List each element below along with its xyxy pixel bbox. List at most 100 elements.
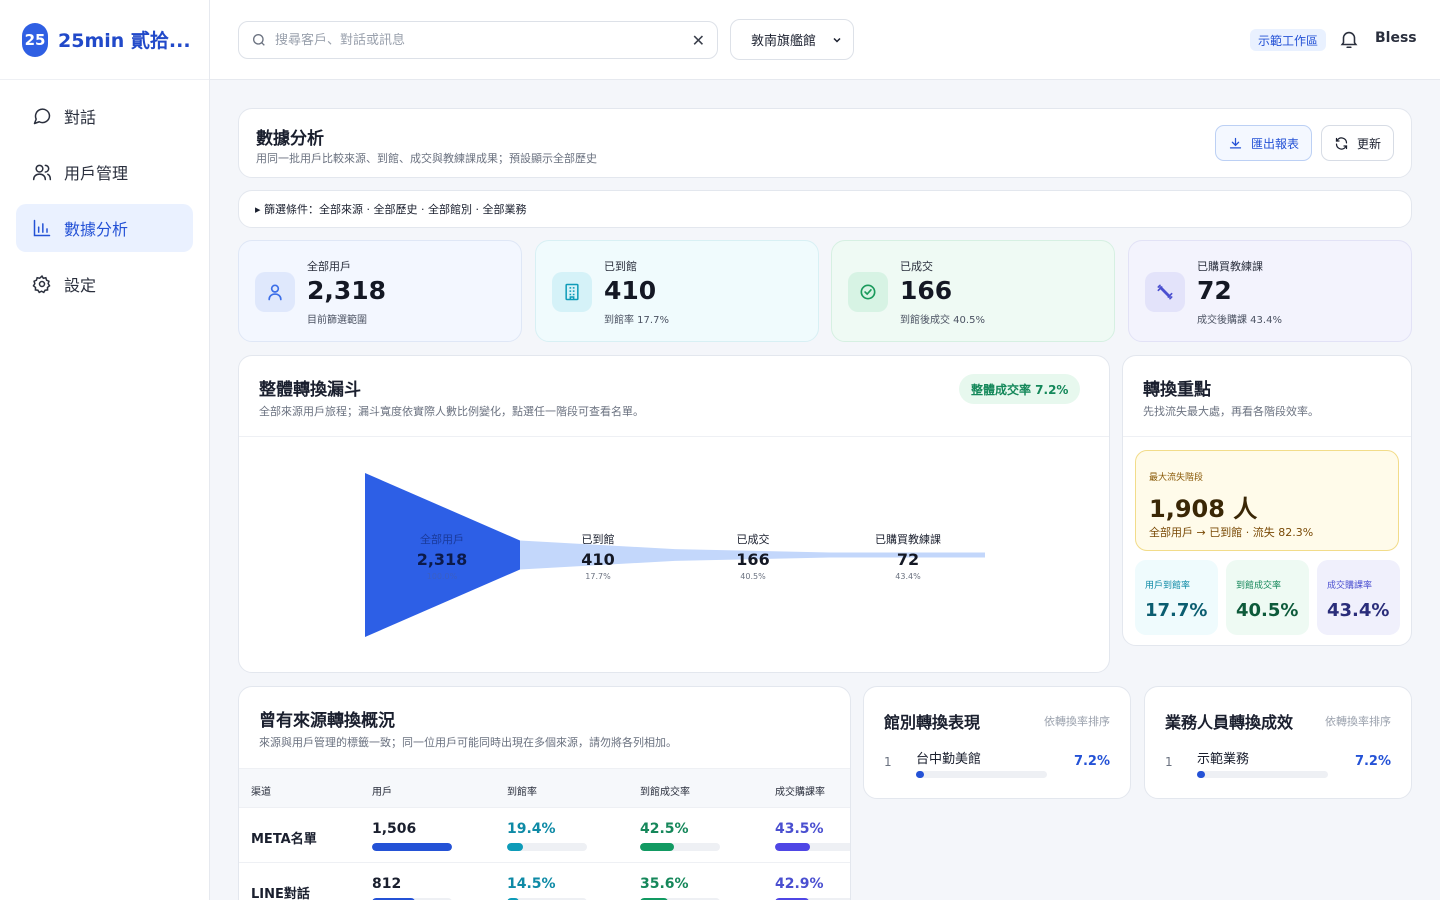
page-header: 數據分析 用同一批用戶比較來源、到館、成交與教練課成果；預設顯示全部歷史 匯出報… — [238, 108, 1412, 178]
staff-sort-label: 依轉換率排序 — [1325, 715, 1391, 728]
conversion-focus-card: 轉換重點 先找流失最大處，再看各階段效率。 最大流失階段 1,908 人 全部用… — [1122, 355, 1412, 646]
page-title: 數據分析 — [256, 129, 324, 149]
sidebar-item-label: 對話 — [64, 108, 97, 127]
kpi-label: 已購買教練課 — [1197, 260, 1263, 273]
kpi-icon-wrap — [1145, 272, 1185, 312]
max-loss-label: 最大流失階段 — [1149, 473, 1204, 483]
rank-bar-fill — [1197, 771, 1205, 778]
sidebar-item-label: 用戶管理 — [64, 164, 129, 183]
sidebar-item-label: 設定 — [64, 276, 97, 295]
chevron-down-icon — [833, 37, 841, 43]
visit-rate-value: 14.5% — [507, 876, 556, 892]
funnel-stage-count: 410 — [581, 550, 614, 569]
kpi-value: 2,318 — [307, 276, 387, 305]
rate-label: 成交購課率 — [1327, 581, 1373, 591]
rank-bar-fill — [916, 771, 924, 778]
user-name[interactable]: Bless — [1375, 30, 1417, 46]
visit-rate-bar-fill — [507, 843, 523, 851]
kpi-label: 全部用戶 — [307, 260, 351, 273]
col-course-rate: 成交購課率 — [775, 787, 825, 798]
visit-rate-bar — [507, 843, 587, 851]
export-report-label: 匯出報表 — [1251, 136, 1300, 151]
kpi-note: 到館率 17.7% — [604, 315, 669, 326]
table-header: 渠道 用戶 到館率 到館成交率 成交購課率 — [239, 768, 850, 808]
funnel-stage-rate: 43.4% — [895, 572, 921, 581]
export-report-button[interactable]: 匯出報表 — [1215, 125, 1313, 161]
visit-rate-value: 19.4% — [507, 821, 556, 837]
max-loss-value: 1,908 人 — [1149, 495, 1258, 523]
refresh-label: 更新 — [1357, 136, 1382, 151]
max-loss-box: 最大流失階段 1,908 人 全部用戶 → 已到館 · 流失 82.3% — [1135, 450, 1399, 551]
rank-bar — [1197, 771, 1328, 778]
funnel-stage-count: 72 — [897, 550, 919, 569]
page-subtitle: 用同一批用戶比較來源、到館、成交與教練課成果；預設顯示全部歷史 — [256, 152, 597, 165]
kpi-note: 目前篩選範圍 — [307, 315, 367, 326]
focus-title: 轉換重點 — [1143, 380, 1211, 400]
sidebar-item-chat[interactable]: 對話 — [16, 92, 193, 140]
kpi-label: 已成交 — [900, 260, 933, 273]
filter-summary: ▸ 篩選條件：全部來源 · 全部歷史 · 全部館別 · 全部業務 — [255, 203, 527, 216]
kpi-card-all-users[interactable]: 全部用戶 2,318 目前篩選範圍 — [238, 240, 522, 342]
search-input[interactable] — [275, 32, 692, 48]
deal-rate-bar — [640, 843, 720, 851]
kpi-icon-wrap — [848, 272, 888, 312]
chart-icon — [33, 219, 51, 237]
funnel-stage-name: 已成交 — [737, 532, 770, 546]
gear-icon — [32, 274, 51, 294]
sidebar-item-users[interactable]: 用戶管理 — [16, 148, 193, 196]
rate-value: 43.4% — [1327, 600, 1390, 621]
col-users: 用戶 — [372, 787, 392, 798]
rank-bar — [916, 771, 1047, 778]
search-box[interactable]: ✕ — [238, 21, 718, 59]
source-name: META名單 — [251, 832, 317, 847]
funnel-stage-name: 已購買教練課 — [875, 532, 941, 546]
store-select-value: 敦南旗艦館 — [751, 34, 817, 49]
kpi-label: 已到館 — [604, 260, 637, 273]
table-row[interactable]: LINE對話 812 14.5% 35.6% 42.9% — [239, 863, 850, 900]
refresh-icon — [1335, 136, 1348, 150]
funnel-chart: 全部用戶 2,318 100.0% 已到館 410 17.7% 已成交 166 40.5% 已購買… — [365, 473, 985, 637]
deal-rate-value: 35.6% — [640, 876, 689, 892]
users-value: 1,506 — [372, 821, 417, 837]
refresh-button[interactable]: 更新 — [1321, 125, 1395, 161]
kpi-card-visited[interactable]: 已到館 410 到館率 17.7% — [535, 240, 819, 342]
visit-rate-box: 用戶到館率 17.7% — [1135, 560, 1218, 635]
staff-ranking-title: 業務人員轉換成效 — [1165, 713, 1294, 732]
sidebar-item-settings[interactable]: 設定 — [16, 260, 193, 308]
clear-search-icon[interactable]: ✕ — [692, 31, 705, 50]
rate-label: 到館成交率 — [1236, 581, 1282, 591]
kpi-card-deals[interactable]: 已成交 166 到館後成交 40.5% — [831, 240, 1115, 342]
store-select[interactable]: 敦南旗艦館 — [730, 19, 854, 60]
funnel-stage-rate: 40.5% — [740, 572, 766, 581]
table-row[interactable]: META名單 1,506 19.4% 42.5% 43.5% — [239, 808, 850, 863]
sidebar-item-label: 數據分析 — [64, 220, 129, 239]
topbar: ✕ 敦南旗艦館 示範工作區 Bless — [210, 0, 1440, 80]
col-visit-rate: 到館率 — [507, 787, 537, 798]
kpi-card-courses[interactable]: 已購買教練課 72 成交後購課 43.4% — [1128, 240, 1412, 342]
course-rate-bar — [775, 843, 850, 851]
search-icon — [252, 34, 265, 46]
staff-name: 示範業務 — [1197, 752, 1250, 767]
divider — [1123, 436, 1411, 437]
funnel-stage-count: 2,318 — [417, 550, 468, 569]
bell-icon[interactable] — [1338, 28, 1360, 50]
branch-ranking-title: 館別轉換表現 — [884, 713, 981, 732]
brand[interactable]: 25 25min 貳拾... — [0, 0, 209, 80]
branch-rate: 7.2% — [1073, 754, 1110, 769]
max-loss-desc: 全部用戶 → 已到館 · 流失 82.3% — [1149, 526, 1314, 539]
course-rate-value: 42.9% — [775, 876, 824, 892]
rate-value: 40.5% — [1236, 600, 1299, 621]
rate-value: 17.7% — [1145, 600, 1208, 621]
sidebar-item-analytics[interactable]: 數據分析 — [16, 204, 193, 252]
sources-title: 曾有來源轉換概況 — [259, 711, 395, 731]
chat-icon — [33, 108, 51, 125]
kpi-icon-wrap — [552, 272, 592, 312]
funnel-title: 整體轉換漏斗 — [259, 380, 361, 400]
branch-sort-label: 依轉換率排序 — [1044, 715, 1110, 728]
rank-number: 1 — [884, 755, 892, 769]
filter-toggle[interactable]: ▸ 篩選條件：全部來源 · 全部歷史 · 全部館別 · 全部業務 — [238, 190, 1412, 228]
deal-rate-bar-fill — [640, 843, 674, 851]
kpi-value: 72 — [1197, 276, 1232, 305]
kpi-value: 166 — [900, 276, 953, 305]
building-icon — [565, 283, 579, 301]
